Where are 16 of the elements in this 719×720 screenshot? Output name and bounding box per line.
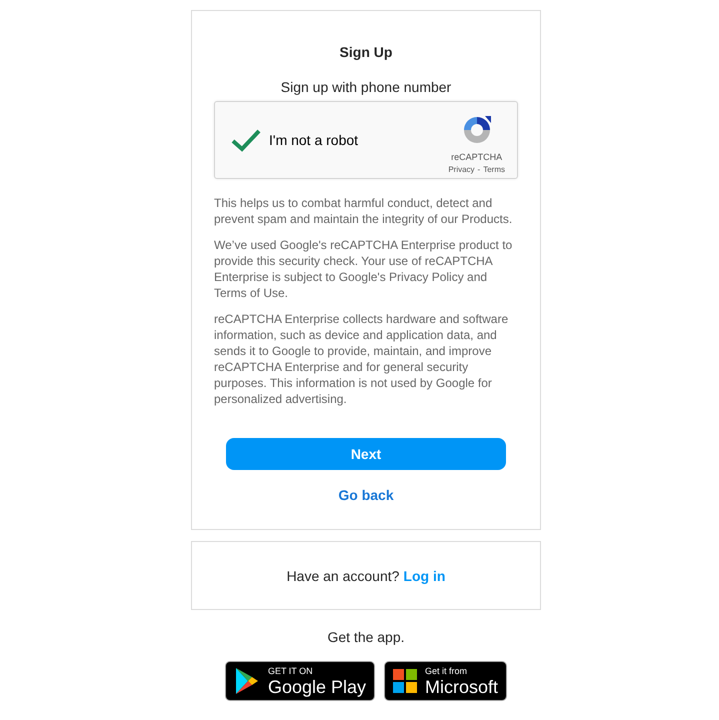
checkmark-icon — [231, 128, 261, 152]
info-paragraph: This helps us to combat harmful conduct, detect and prevent spam and maintain the integrity of our Products. — [214, 195, 514, 227]
link-separator: - — [478, 165, 480, 174]
get-app-text: Get the app. — [327, 629, 405, 645]
card-subtitle: Sign up with phone number — [280, 79, 452, 95]
checkbox-label: I'm not a robot — [269, 132, 360, 148]
privacy-link[interactable]: Privacy — [448, 165, 475, 174]
info-paragraph: We’ve used Google's reCAPTCHA Enterprise product to provide this security check. Your use of reCAPTCHA Enterprise is subject to Google's Privacy Policy and Terms of Use. — [214, 237, 514, 301]
recaptcha-brand: reCAPTCHA — [451, 152, 502, 162]
go-back-link[interactable]: Go back — [338, 487, 394, 503]
info-paragraph: reCAPTCHA Enterprise collects hardware and software information, such as device and application data, and sends it to Google to provide, maintain, and improve reCAPTCHA Enterprise and for general security purposes. This information is not used by Google for personalized advertising. — [214, 311, 510, 407]
microsoft-store-badge[interactable]: Get it from Microsoft — [384, 661, 508, 701]
card-title: Sign Up — [340, 44, 392, 60]
google-play-badge[interactable]: GET IT ON Google Play — [224, 661, 376, 701]
terms-link[interactable]: Terms — [483, 165, 505, 174]
have-account-text: Have an account? — [286, 568, 400, 584]
